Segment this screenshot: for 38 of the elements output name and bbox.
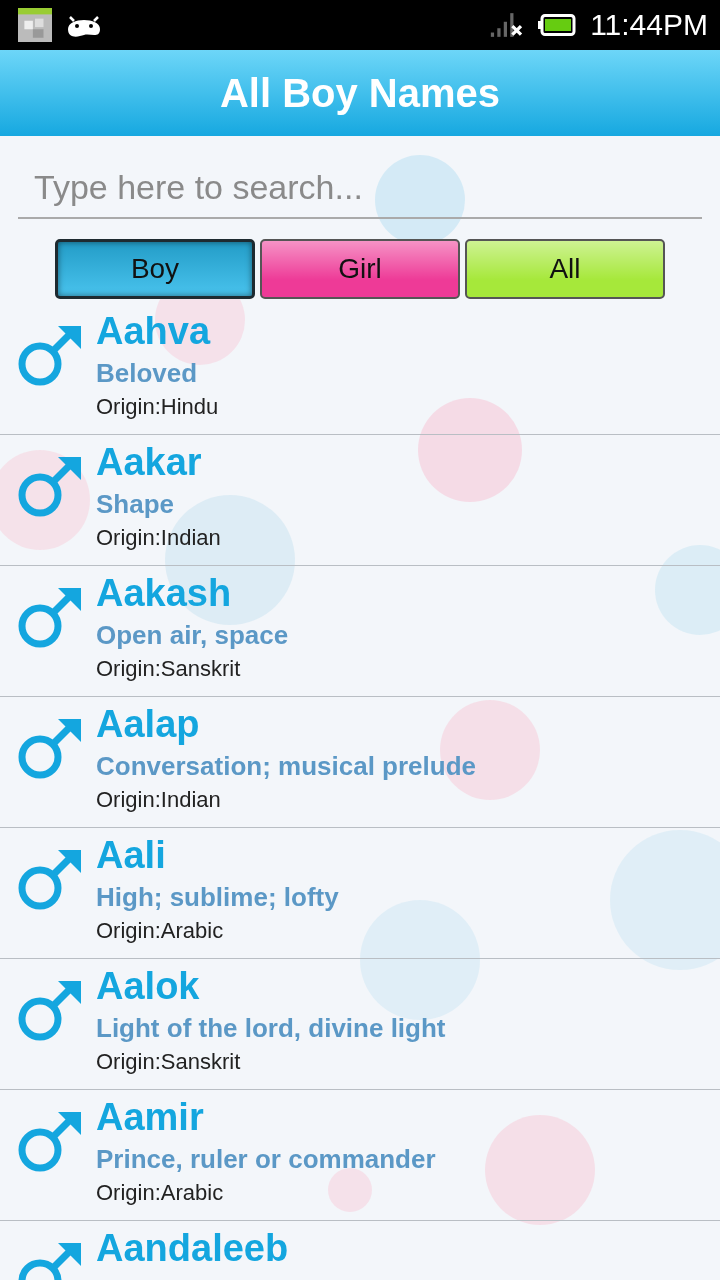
name-origin: Origin:Arabic [96, 1179, 224, 1207]
name-meaning: Conversation; musical prelude [96, 750, 476, 783]
name-origin: Origin:Indian [96, 786, 221, 814]
signal-icon [490, 11, 525, 39]
name-meaning: Open air, space [96, 619, 289, 652]
name-origin: Origin:Arabic [96, 917, 224, 945]
name-title: Aakar [96, 441, 202, 483]
search-field[interactable]: Type here to search... [18, 164, 702, 219]
name-title: Aalok [96, 965, 200, 1007]
name-list-item[interactable]: Aahva Beloved Origin:Hindu [0, 304, 720, 435]
name-meaning: Prince, ruler or commander [96, 1143, 436, 1176]
screen-title: All Boy Names [219, 70, 501, 116]
filter-tab[interactable]: Girl [260, 239, 460, 299]
name-meaning: Beloved [96, 357, 198, 390]
name-title: Aakash [96, 572, 232, 614]
name-origin: Origin:Sanskrit [96, 1048, 241, 1076]
name-list-item[interactable]: Aamir Prince, ruler or commander Origin:Arabic [0, 1090, 720, 1221]
name-title: Aalap [96, 703, 200, 745]
name-list-item[interactable]: Aalok Light of the lord, divine light Origin:Sanskrit [0, 959, 720, 1090]
name-title: Aandaleeb [96, 1227, 289, 1269]
name-list-item[interactable]: Aalap Conversation; musical prelude Origin:Indian [0, 697, 720, 828]
name-list-item[interactable]: Aakash Open air, space Origin:Sanskrit [0, 566, 720, 697]
name-meaning: High; sublime; lofty [96, 881, 339, 914]
battery-icon [538, 14, 577, 36]
name-list-item[interactable]: Aakar Shape Origin:Indian [0, 435, 720, 566]
filter-tab[interactable]: Boy [55, 239, 255, 299]
gallery-icon [18, 8, 52, 42]
name-title: Aamir [96, 1096, 204, 1138]
name-list-item[interactable]: Aali High; sublime; lofty Origin:Arabic [0, 828, 720, 959]
name-origin: Origin:Hindu [96, 393, 219, 421]
name-title: Aali [96, 834, 166, 876]
name-origin: Origin:Indian [96, 524, 221, 552]
name-origin: Origin:Sanskrit [96, 655, 241, 683]
status-time: 11:44PM [590, 8, 708, 42]
name-meaning: Light of the lord, divine light [96, 1012, 446, 1045]
filter-tab[interactable]: All [465, 239, 665, 299]
name-meaning: Shape [96, 488, 175, 521]
name-title: Aahva [96, 310, 211, 352]
